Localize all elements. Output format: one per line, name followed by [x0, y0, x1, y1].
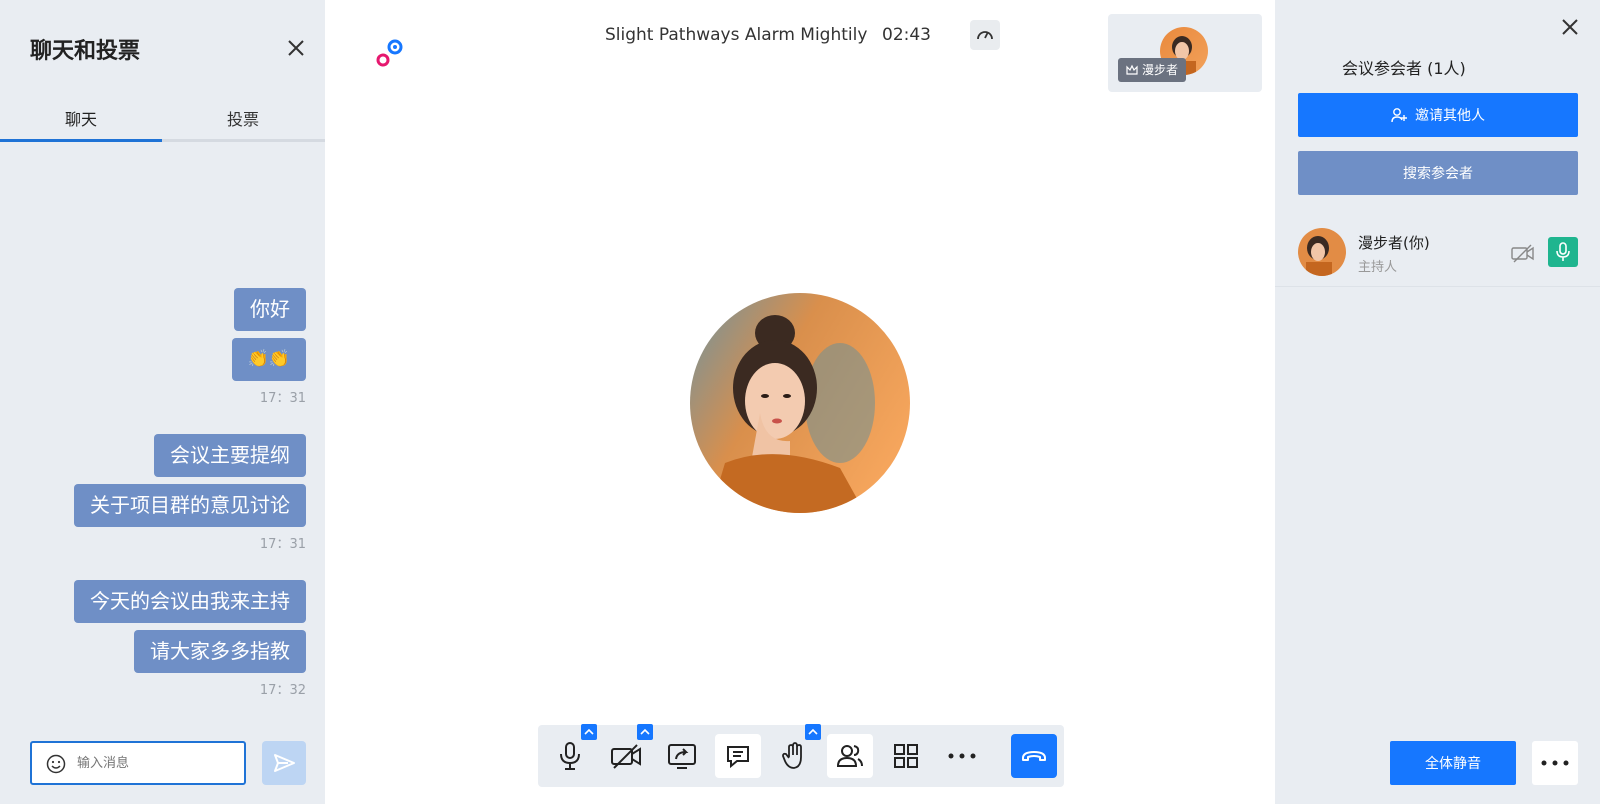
layout-button[interactable]	[883, 734, 929, 778]
microphone-icon	[1556, 242, 1570, 261]
send-button[interactable]	[262, 741, 306, 785]
message-group: 会议主要提纲 关于项目群的意见讨论 17：31	[74, 434, 306, 552]
share-screen-icon	[668, 744, 696, 769]
chat-icon	[727, 746, 749, 769]
chat-button[interactable]	[715, 734, 761, 778]
more-options-button[interactable]	[939, 734, 985, 778]
message-group: 你好 👏👏 17：31	[231, 288, 306, 406]
chevron-up-icon[interactable]	[637, 724, 653, 740]
participants-title: 会议参会者 (1人)	[1342, 59, 1466, 78]
participant-mic-button[interactable]	[1548, 237, 1578, 267]
send-icon	[274, 754, 295, 772]
self-video-tile[interactable]: 漫步者	[1108, 14, 1262, 92]
message-time: 17：32	[259, 683, 306, 698]
message-bubble: 请大家多多指教	[134, 630, 306, 673]
meeting-toolbar	[538, 724, 1064, 787]
more-dots-icon	[1541, 760, 1569, 766]
invite-label: 邀请其他人	[1415, 108, 1485, 124]
participants-panel: 会议参会者 (1人) 邀请其他人 搜索参会者 漫步者(你) 主持人 全体静音	[1275, 0, 1600, 804]
camera-off-icon	[611, 744, 641, 769]
speedometer-icon	[977, 31, 993, 40]
hang-up-icon	[1022, 751, 1046, 761]
message-input-box	[30, 741, 246, 785]
meeting-timer: 02:43	[882, 25, 931, 45]
message-time: 17：31	[259, 537, 306, 552]
message-bubble: 今天的会议由我来主持	[74, 580, 306, 623]
network-signal-button[interactable]	[970, 20, 1000, 50]
microphone-icon	[560, 742, 580, 770]
host-name-tag: 漫步者	[1118, 58, 1187, 82]
chat-panel-title: 聊天和投票	[30, 39, 141, 64]
chevron-up-icon[interactable]	[805, 724, 821, 740]
close-icon[interactable]	[1560, 17, 1580, 37]
camera-button[interactable]	[603, 724, 653, 778]
chat-panel: 聊天和投票 聊天 投票 你好 👏👏 17：31 会议主要提纲 关于项目群的意见讨…	[0, 0, 325, 804]
portrait-image	[1298, 228, 1346, 276]
emoji-icon[interactable]	[46, 754, 66, 774]
portrait-image	[690, 293, 910, 513]
crown-icon	[1126, 64, 1138, 75]
participants-button[interactable]	[827, 734, 873, 778]
search-participants-button[interactable]: 搜索参会者	[1298, 151, 1578, 195]
more-dots-icon	[948, 753, 976, 759]
more-button[interactable]	[1532, 741, 1578, 785]
users-icon	[836, 745, 863, 767]
tab-poll[interactable]: 投票	[162, 100, 324, 142]
chat-tabs: 聊天 投票	[0, 100, 325, 142]
meeting-title: Slight Pathways Alarm Mightily	[605, 25, 868, 45]
message-bubble: 你好	[234, 288, 306, 331]
app-logo	[376, 39, 403, 67]
message-group: 今天的会议由我来主持 请大家多多指教 17：32	[74, 580, 306, 698]
message-bubble: 关于项目群的意见讨论	[74, 484, 306, 527]
participant-row[interactable]: 漫步者(你) 主持人	[1275, 221, 1600, 287]
mute-all-button[interactable]: 全体静音	[1390, 741, 1516, 785]
message-input[interactable]	[77, 751, 237, 775]
camera-off-icon[interactable]	[1511, 243, 1535, 263]
message-time: 17：31	[259, 391, 306, 406]
invite-button[interactable]: 邀请其他人	[1298, 93, 1578, 137]
share-screen-button[interactable]	[659, 734, 705, 778]
avatar	[1298, 228, 1346, 276]
add-user-icon	[1391, 108, 1407, 123]
close-icon[interactable]	[286, 38, 306, 58]
main-participant-avatar	[690, 293, 910, 513]
message-bubble: 会议主要提纲	[154, 434, 306, 477]
participant-role: 主持人	[1358, 260, 1398, 275]
chevron-up-icon[interactable]	[581, 724, 597, 740]
message-bubble: 👏👏	[231, 338, 306, 381]
microphone-button[interactable]	[547, 724, 597, 778]
end-call-button[interactable]	[1011, 734, 1057, 778]
hand-icon	[782, 742, 802, 769]
tab-chat[interactable]: 聊天	[0, 100, 162, 142]
participant-name: 漫步者(你)	[1358, 234, 1430, 252]
host-name: 漫步者	[1142, 63, 1179, 77]
raise-hand-button[interactable]	[771, 724, 821, 778]
grid-icon	[894, 744, 918, 768]
